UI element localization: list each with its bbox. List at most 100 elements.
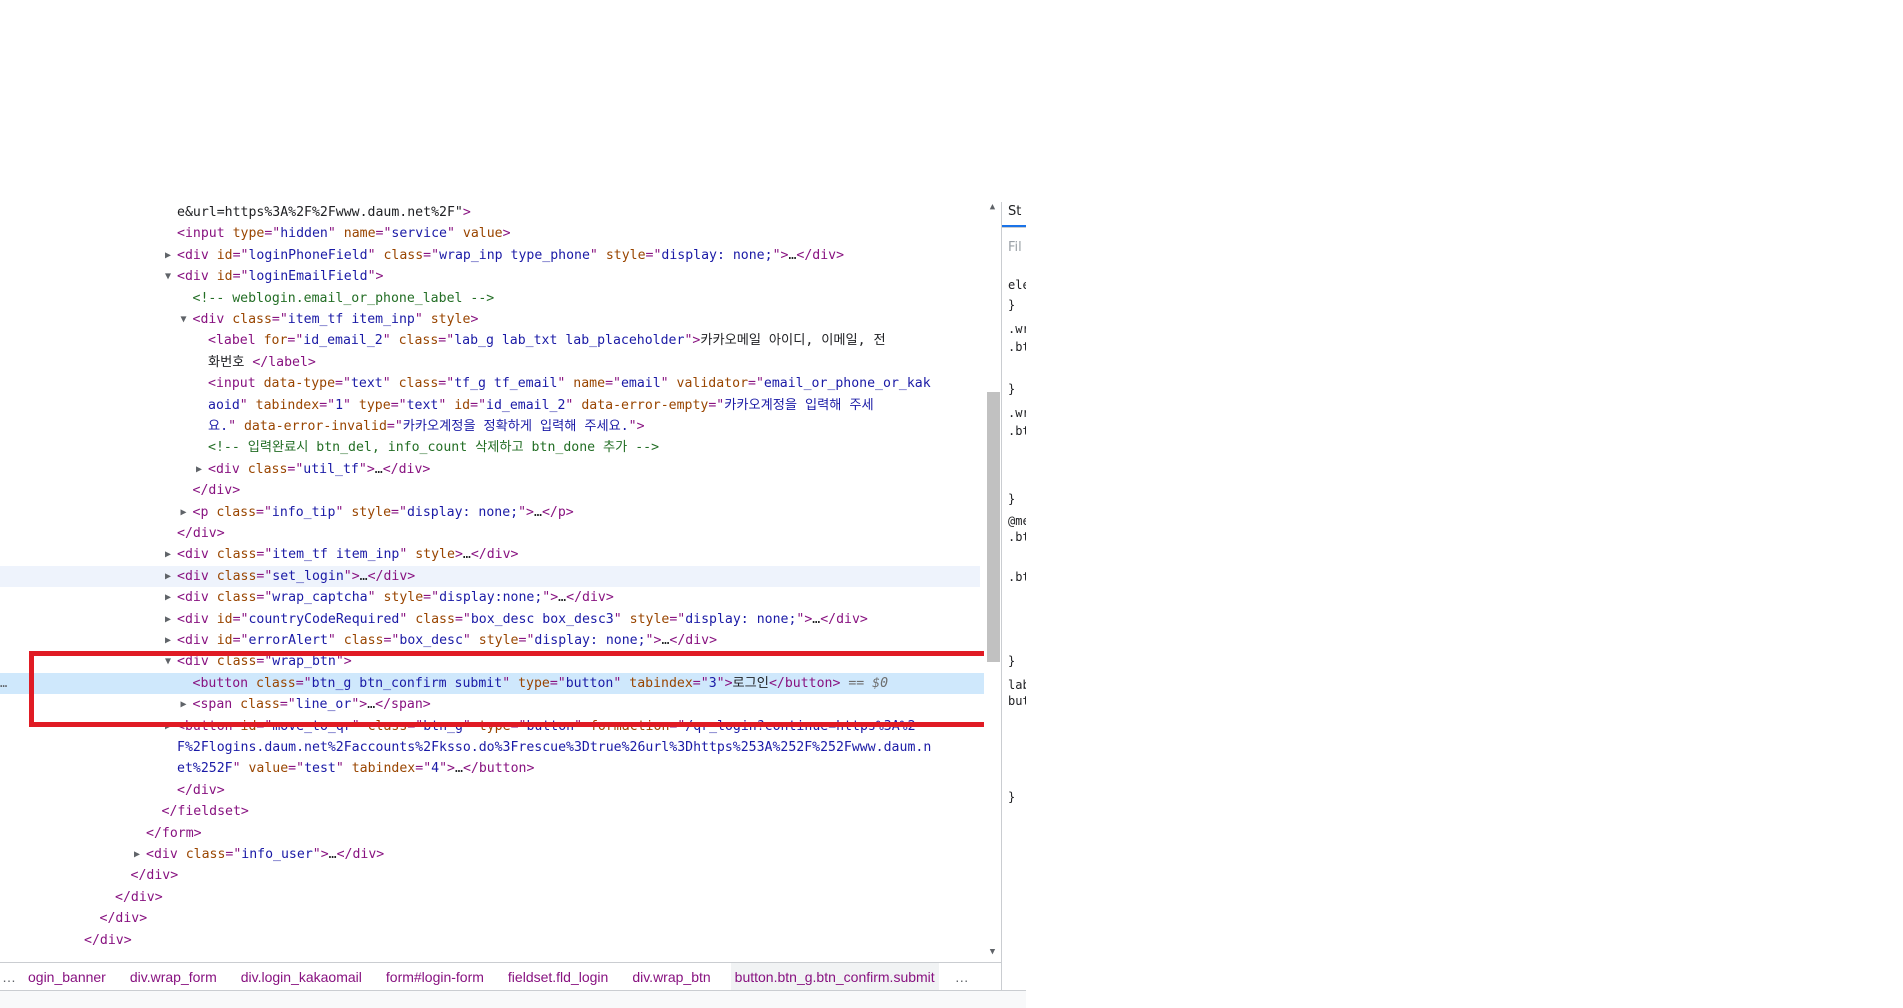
attribute-name[interactable]: for xyxy=(264,333,288,348)
dom-node-row[interactable]: ▶ <p class="info_tip" style="display: non… xyxy=(0,502,985,523)
attribute-name[interactable]: class xyxy=(344,633,384,648)
attribute-value[interactable]: info_tip xyxy=(272,505,336,520)
attribute-name[interactable]: id xyxy=(217,248,233,263)
triangle-right-icon[interactable]: ▶ xyxy=(134,844,146,865)
attribute-value[interactable]: et%252F xyxy=(177,761,233,776)
attribute-name[interactable]: type xyxy=(359,398,391,413)
attribute-value[interactable]: 카카오계정을 입력해 주세 xyxy=(724,398,873,413)
dom-node-row[interactable]: aoid" tabindex="1" type="text" id="id_em… xyxy=(0,395,985,416)
attribute-name[interactable]: tabindex xyxy=(352,761,416,776)
attribute-value[interactable]: errorAlert xyxy=(248,633,327,648)
triangle-down-icon[interactable]: ▼ xyxy=(181,309,193,330)
scrollbar-thumb[interactable] xyxy=(987,392,1000,662)
dom-node-row[interactable]: <!-- 입력완료시 btn_del, info_count 삭제하고 btn_… xyxy=(0,437,985,458)
dom-node-row[interactable]: ▶ <div id="countryCodeRequired" class="bo… xyxy=(0,609,985,630)
attribute-name[interactable]: data-error-invalid xyxy=(244,419,387,434)
attribute-name[interactable]: id xyxy=(217,633,233,648)
dom-node-row[interactable]: <input data-type="text" class="tf_g tf_e… xyxy=(0,373,985,394)
attribute-value[interactable]: 카카오계정을 정확하게 입력해 주세요. xyxy=(403,419,629,434)
attribute-name[interactable]: id xyxy=(454,398,470,413)
dom-node-row[interactable]: ▶ <div id="loginPhoneField" class="wrap_i… xyxy=(0,245,985,266)
attribute-name[interactable]: data-error-empty xyxy=(581,398,708,413)
attribute-name[interactable]: class xyxy=(186,847,226,862)
attribute-value[interactable]: email xyxy=(621,376,661,391)
attribute-name[interactable]: style xyxy=(606,248,646,263)
attribute-value[interactable]: id_email_2 xyxy=(486,398,565,413)
triangle-down-icon[interactable]: ▼ xyxy=(165,266,177,287)
scroll-down-arrow-icon[interactable]: ▼ xyxy=(987,947,998,958)
attribute-value[interactable]: lab_g lab_txt lab_placeholder xyxy=(454,333,684,348)
attribute-value[interactable]: loginPhoneField xyxy=(248,248,367,263)
attribute-value[interactable]: item_tf item_inp xyxy=(288,312,415,327)
dom-node-row[interactable]: ▶ <div class="util_tf">…</div> xyxy=(0,459,985,480)
attribute-name[interactable]: class xyxy=(399,376,439,391)
attribute-name[interactable]: class xyxy=(415,612,455,627)
dom-node-row[interactable]: ▶ <div class="wrap_captcha" style="displa… xyxy=(0,587,985,608)
attribute-value[interactable]: display: none; xyxy=(534,633,645,648)
triangle-right-icon[interactable]: ▶ xyxy=(165,245,177,266)
dom-node-row[interactable]: </div> xyxy=(0,780,985,801)
dom-node-row[interactable]: </div> xyxy=(0,480,985,501)
attribute-name[interactable]: value xyxy=(248,761,288,776)
attribute-value[interactable]: aoid xyxy=(208,398,240,413)
breadcrumb-item-active[interactable]: button.btn_g.btn_confirm.submit xyxy=(730,963,939,991)
attribute-name[interactable]: name xyxy=(573,376,605,391)
attribute-name[interactable]: style xyxy=(630,612,670,627)
attribute-name[interactable]: style xyxy=(415,547,455,562)
attribute-value[interactable]: tf_g tf_email xyxy=(454,376,557,391)
dom-node-row[interactable]: </div> xyxy=(0,930,985,951)
attribute-name[interactable]: tabindex xyxy=(256,398,320,413)
attribute-name[interactable]: style xyxy=(351,505,391,520)
breadcrumb-item[interactable]: div.wrap_form xyxy=(126,963,221,991)
triangle-right-icon[interactable]: ▶ xyxy=(165,630,177,651)
attribute-value[interactable]: 4 xyxy=(431,761,439,776)
attribute-value[interactable]: countryCodeRequired xyxy=(248,612,399,627)
dom-node-row[interactable]: <!-- weblogin.email_or_phone_label --> xyxy=(0,288,985,309)
attribute-name[interactable]: class xyxy=(217,590,257,605)
attribute-value[interactable]: loginEmailField xyxy=(248,269,367,284)
styles-sidebar[interactable]: St Fil ele} .wr .bt} .wr .bt} @me .bt .bt} lab bu… xyxy=(1002,202,1026,992)
attribute-name[interactable]: id xyxy=(217,269,233,284)
attribute-value[interactable]: set_login xyxy=(272,569,343,584)
attribute-value[interactable]: F%2Flogins.daum.net%2Faccounts%2Fksso.do… xyxy=(177,740,931,755)
dom-node-row[interactable]: <label for="id_email_2" class="lab_g lab… xyxy=(0,330,985,351)
attribute-name[interactable]: data-type xyxy=(264,376,335,391)
dom-node-row[interactable]: ▶ <div class="item_tf item_inp" style>…</… xyxy=(0,544,985,565)
breadcrumb-item[interactable]: div.wrap_btn xyxy=(628,963,714,991)
dom-node-row[interactable]: 화번호 </label> xyxy=(0,352,985,373)
attribute-value[interactable]: hidden xyxy=(280,226,328,241)
attribute-name[interactable]: validator xyxy=(677,376,748,391)
attribute-value[interactable]: id_email_2 xyxy=(303,333,382,348)
dom-node-row[interactable]: </form> xyxy=(0,823,985,844)
attribute-value[interactable]: info_user xyxy=(241,847,312,862)
attribute-value[interactable]: display: none; xyxy=(685,612,796,627)
attribute-value[interactable]: 1 xyxy=(335,398,343,413)
dom-node-row[interactable]: et%252F" value="test" tabindex="4">…</bu… xyxy=(0,758,985,779)
attribute-value[interactable]: email_or_phone_or_kak xyxy=(764,376,931,391)
breadcrumb-overflow-right[interactable]: … xyxy=(955,963,969,991)
dom-node-row[interactable]: ▼ <div class="item_tf item_inp" style> xyxy=(0,309,985,330)
attribute-value[interactable]: display: none; xyxy=(407,505,518,520)
attribute-name[interactable]: class xyxy=(232,312,272,327)
attribute-value[interactable]: box_desc xyxy=(399,633,463,648)
attribute-name[interactable]: style xyxy=(383,590,423,605)
dom-node-row[interactable]: ▶ <div class="info_user">…</div> xyxy=(0,844,985,865)
attribute-name[interactable]: class xyxy=(217,547,257,562)
attribute-value[interactable]: util_tf xyxy=(303,462,359,477)
triangle-right-icon[interactable]: ▶ xyxy=(165,566,177,587)
dom-node-row[interactable]: ▼ <div id="loginEmailField"> xyxy=(0,266,985,287)
breadcrumb-item[interactable]: ogin_banner xyxy=(24,963,110,991)
triangle-right-icon[interactable]: ▶ xyxy=(196,459,208,480)
elements-scrollbar[interactable]: ▲ ▼ xyxy=(984,202,1001,962)
styles-filter-input[interactable]: Fil xyxy=(1008,240,1022,255)
scroll-up-arrow-icon[interactable]: ▲ xyxy=(987,202,998,213)
triangle-right-icon[interactable]: ▶ xyxy=(165,587,177,608)
attribute-name[interactable]: class xyxy=(217,569,257,584)
selected-node-gutter-dots[interactable]: … xyxy=(0,673,7,694)
attribute-name[interactable]: name xyxy=(344,226,376,241)
dom-node-row[interactable]: </fieldset> xyxy=(0,801,985,822)
dom-node-row[interactable]: </div> xyxy=(0,908,985,929)
attribute-value[interactable]: box_desc box_desc3 xyxy=(471,612,614,627)
dom-node-row[interactable]: 요." data-error-invalid="카카오계정을 정확하게 입력해 … xyxy=(0,416,985,437)
triangle-right-icon[interactable]: ▶ xyxy=(165,609,177,630)
